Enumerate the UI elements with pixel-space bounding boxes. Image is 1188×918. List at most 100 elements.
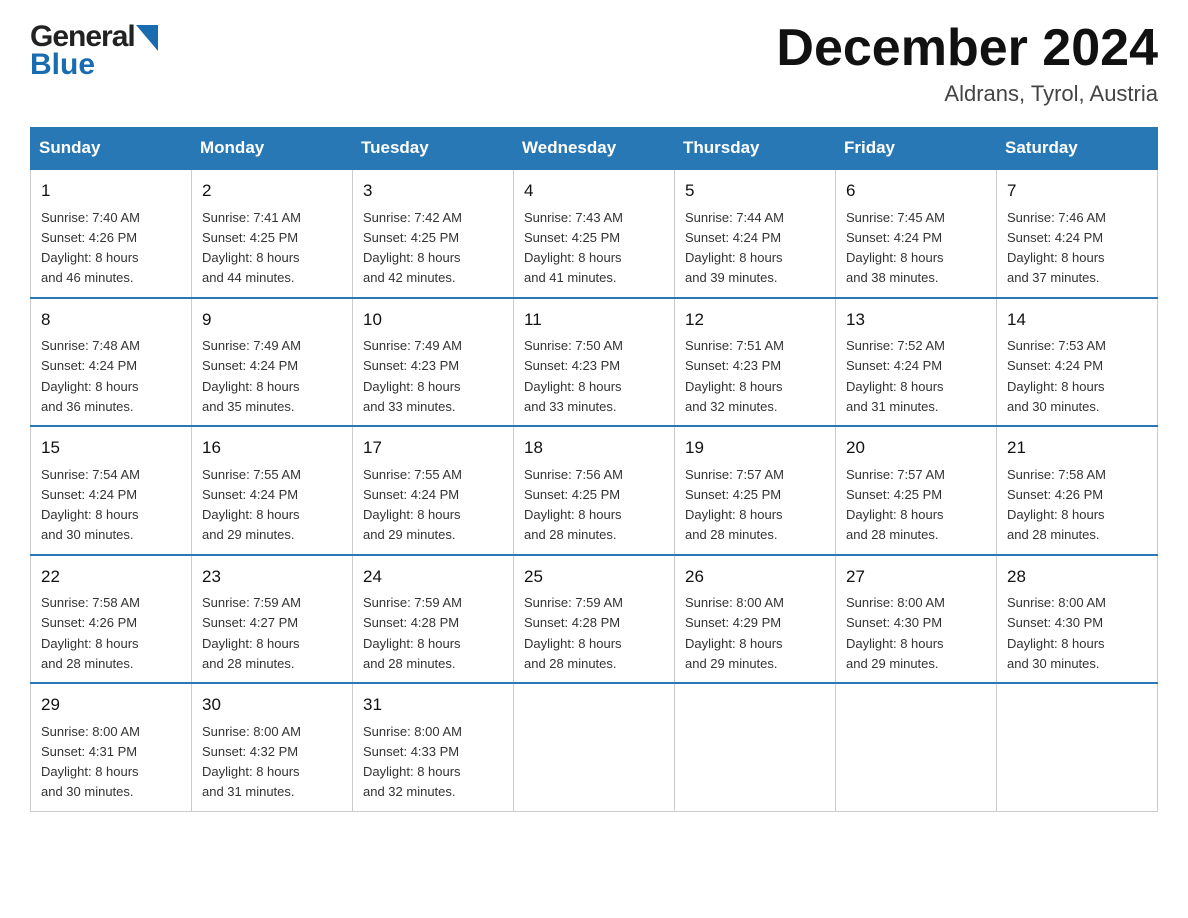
day-header-tuesday: Tuesday [353,128,514,170]
calendar-cell: 10 Sunrise: 7:49 AMSunset: 4:23 PMDaylig… [353,298,514,427]
calendar-cell: 6 Sunrise: 7:45 AMSunset: 4:24 PMDayligh… [836,169,997,298]
calendar-cell: 21 Sunrise: 7:58 AMSunset: 4:26 PMDaylig… [997,426,1158,555]
calendar-cell: 31 Sunrise: 8:00 AMSunset: 4:33 PMDaylig… [353,683,514,811]
calendar-cell: 1 Sunrise: 7:40 AMSunset: 4:26 PMDayligh… [31,169,192,298]
day-number: 23 [202,564,342,590]
calendar-cell: 3 Sunrise: 7:42 AMSunset: 4:25 PMDayligh… [353,169,514,298]
calendar-table: SundayMondayTuesdayWednesdayThursdayFrid… [30,127,1158,812]
day-number: 30 [202,692,342,718]
page-header: General Blue December 2024 Aldrans, Tyro… [30,20,1158,107]
calendar-cell: 16 Sunrise: 7:55 AMSunset: 4:24 PMDaylig… [192,426,353,555]
calendar-cell: 13 Sunrise: 7:52 AMSunset: 4:24 PMDaylig… [836,298,997,427]
day-header-saturday: Saturday [997,128,1158,170]
calendar-cell [836,683,997,811]
location-subtitle: Aldrans, Tyrol, Austria [776,81,1158,107]
day-info: Sunrise: 7:55 AMSunset: 4:24 PMDaylight:… [363,467,462,543]
day-number: 1 [41,178,181,204]
day-number: 18 [524,435,664,461]
calendar-cell: 12 Sunrise: 7:51 AMSunset: 4:23 PMDaylig… [675,298,836,427]
calendar-header-row: SundayMondayTuesdayWednesdayThursdayFrid… [31,128,1158,170]
calendar-cell: 26 Sunrise: 8:00 AMSunset: 4:29 PMDaylig… [675,555,836,684]
calendar-cell [997,683,1158,811]
day-info: Sunrise: 7:44 AMSunset: 4:24 PMDaylight:… [685,210,784,286]
day-number: 20 [846,435,986,461]
day-info: Sunrise: 7:56 AMSunset: 4:25 PMDaylight:… [524,467,623,543]
day-number: 2 [202,178,342,204]
day-header-friday: Friday [836,128,997,170]
logo-area: General Blue [30,20,158,82]
day-number: 16 [202,435,342,461]
day-info: Sunrise: 8:00 AMSunset: 4:30 PMDaylight:… [1007,595,1106,671]
day-number: 27 [846,564,986,590]
calendar-cell: 24 Sunrise: 7:59 AMSunset: 4:28 PMDaylig… [353,555,514,684]
calendar-cell: 20 Sunrise: 7:57 AMSunset: 4:25 PMDaylig… [836,426,997,555]
calendar-cell: 22 Sunrise: 7:58 AMSunset: 4:26 PMDaylig… [31,555,192,684]
day-number: 31 [363,692,503,718]
day-number: 12 [685,307,825,333]
day-number: 26 [685,564,825,590]
day-number: 9 [202,307,342,333]
day-info: Sunrise: 8:00 AMSunset: 4:31 PMDaylight:… [41,724,140,800]
day-number: 3 [363,178,503,204]
calendar-week-row: 29 Sunrise: 8:00 AMSunset: 4:31 PMDaylig… [31,683,1158,811]
day-info: Sunrise: 7:59 AMSunset: 4:28 PMDaylight:… [363,595,462,671]
calendar-cell: 15 Sunrise: 7:54 AMSunset: 4:24 PMDaylig… [31,426,192,555]
day-number: 7 [1007,178,1147,204]
day-number: 28 [1007,564,1147,590]
day-info: Sunrise: 7:59 AMSunset: 4:27 PMDaylight:… [202,595,301,671]
calendar-cell: 28 Sunrise: 8:00 AMSunset: 4:30 PMDaylig… [997,555,1158,684]
day-info: Sunrise: 7:45 AMSunset: 4:24 PMDaylight:… [846,210,945,286]
day-number: 17 [363,435,503,461]
day-info: Sunrise: 7:52 AMSunset: 4:24 PMDaylight:… [846,338,945,414]
calendar-week-row: 8 Sunrise: 7:48 AMSunset: 4:24 PMDayligh… [31,298,1158,427]
day-info: Sunrise: 7:49 AMSunset: 4:23 PMDaylight:… [363,338,462,414]
day-info: Sunrise: 7:49 AMSunset: 4:24 PMDaylight:… [202,338,301,414]
day-info: Sunrise: 8:00 AMSunset: 4:29 PMDaylight:… [685,595,784,671]
day-info: Sunrise: 7:41 AMSunset: 4:25 PMDaylight:… [202,210,301,286]
day-info: Sunrise: 8:00 AMSunset: 4:30 PMDaylight:… [846,595,945,671]
day-number: 25 [524,564,664,590]
title-area: December 2024 Aldrans, Tyrol, Austria [776,20,1158,107]
calendar-cell: 2 Sunrise: 7:41 AMSunset: 4:25 PMDayligh… [192,169,353,298]
day-info: Sunrise: 7:57 AMSunset: 4:25 PMDaylight:… [846,467,945,543]
day-header-thursday: Thursday [675,128,836,170]
day-number: 21 [1007,435,1147,461]
day-number: 6 [846,178,986,204]
day-number: 5 [685,178,825,204]
day-number: 11 [524,307,664,333]
calendar-cell: 7 Sunrise: 7:46 AMSunset: 4:24 PMDayligh… [997,169,1158,298]
day-info: Sunrise: 7:53 AMSunset: 4:24 PMDaylight:… [1007,338,1106,414]
day-info: Sunrise: 7:57 AMSunset: 4:25 PMDaylight:… [685,467,784,543]
day-number: 8 [41,307,181,333]
calendar-cell: 23 Sunrise: 7:59 AMSunset: 4:27 PMDaylig… [192,555,353,684]
day-info: Sunrise: 8:00 AMSunset: 4:32 PMDaylight:… [202,724,301,800]
calendar-cell: 17 Sunrise: 7:55 AMSunset: 4:24 PMDaylig… [353,426,514,555]
day-number: 15 [41,435,181,461]
day-number: 22 [41,564,181,590]
calendar-cell [514,683,675,811]
day-info: Sunrise: 7:55 AMSunset: 4:24 PMDaylight:… [202,467,301,543]
day-info: Sunrise: 7:48 AMSunset: 4:24 PMDaylight:… [41,338,140,414]
day-info: Sunrise: 7:42 AMSunset: 4:25 PMDaylight:… [363,210,462,286]
day-info: Sunrise: 7:46 AMSunset: 4:24 PMDaylight:… [1007,210,1106,286]
day-header-wednesday: Wednesday [514,128,675,170]
day-info: Sunrise: 8:00 AMSunset: 4:33 PMDaylight:… [363,724,462,800]
calendar-cell: 14 Sunrise: 7:53 AMSunset: 4:24 PMDaylig… [997,298,1158,427]
calendar-cell: 11 Sunrise: 7:50 AMSunset: 4:23 PMDaylig… [514,298,675,427]
day-info: Sunrise: 7:50 AMSunset: 4:23 PMDaylight:… [524,338,623,414]
calendar-cell: 29 Sunrise: 8:00 AMSunset: 4:31 PMDaylig… [31,683,192,811]
calendar-week-row: 1 Sunrise: 7:40 AMSunset: 4:26 PMDayligh… [31,169,1158,298]
month-title: December 2024 [776,20,1158,77]
calendar-cell: 9 Sunrise: 7:49 AMSunset: 4:24 PMDayligh… [192,298,353,427]
day-number: 10 [363,307,503,333]
day-header-sunday: Sunday [31,128,192,170]
calendar-cell: 8 Sunrise: 7:48 AMSunset: 4:24 PMDayligh… [31,298,192,427]
calendar-cell: 19 Sunrise: 7:57 AMSunset: 4:25 PMDaylig… [675,426,836,555]
calendar-cell: 27 Sunrise: 8:00 AMSunset: 4:30 PMDaylig… [836,555,997,684]
day-info: Sunrise: 7:43 AMSunset: 4:25 PMDaylight:… [524,210,623,286]
day-info: Sunrise: 7:59 AMSunset: 4:28 PMDaylight:… [524,595,623,671]
day-info: Sunrise: 7:54 AMSunset: 4:24 PMDaylight:… [41,467,140,543]
day-info: Sunrise: 7:51 AMSunset: 4:23 PMDaylight:… [685,338,784,414]
logo-blue-text: Blue [30,48,158,82]
day-number: 14 [1007,307,1147,333]
